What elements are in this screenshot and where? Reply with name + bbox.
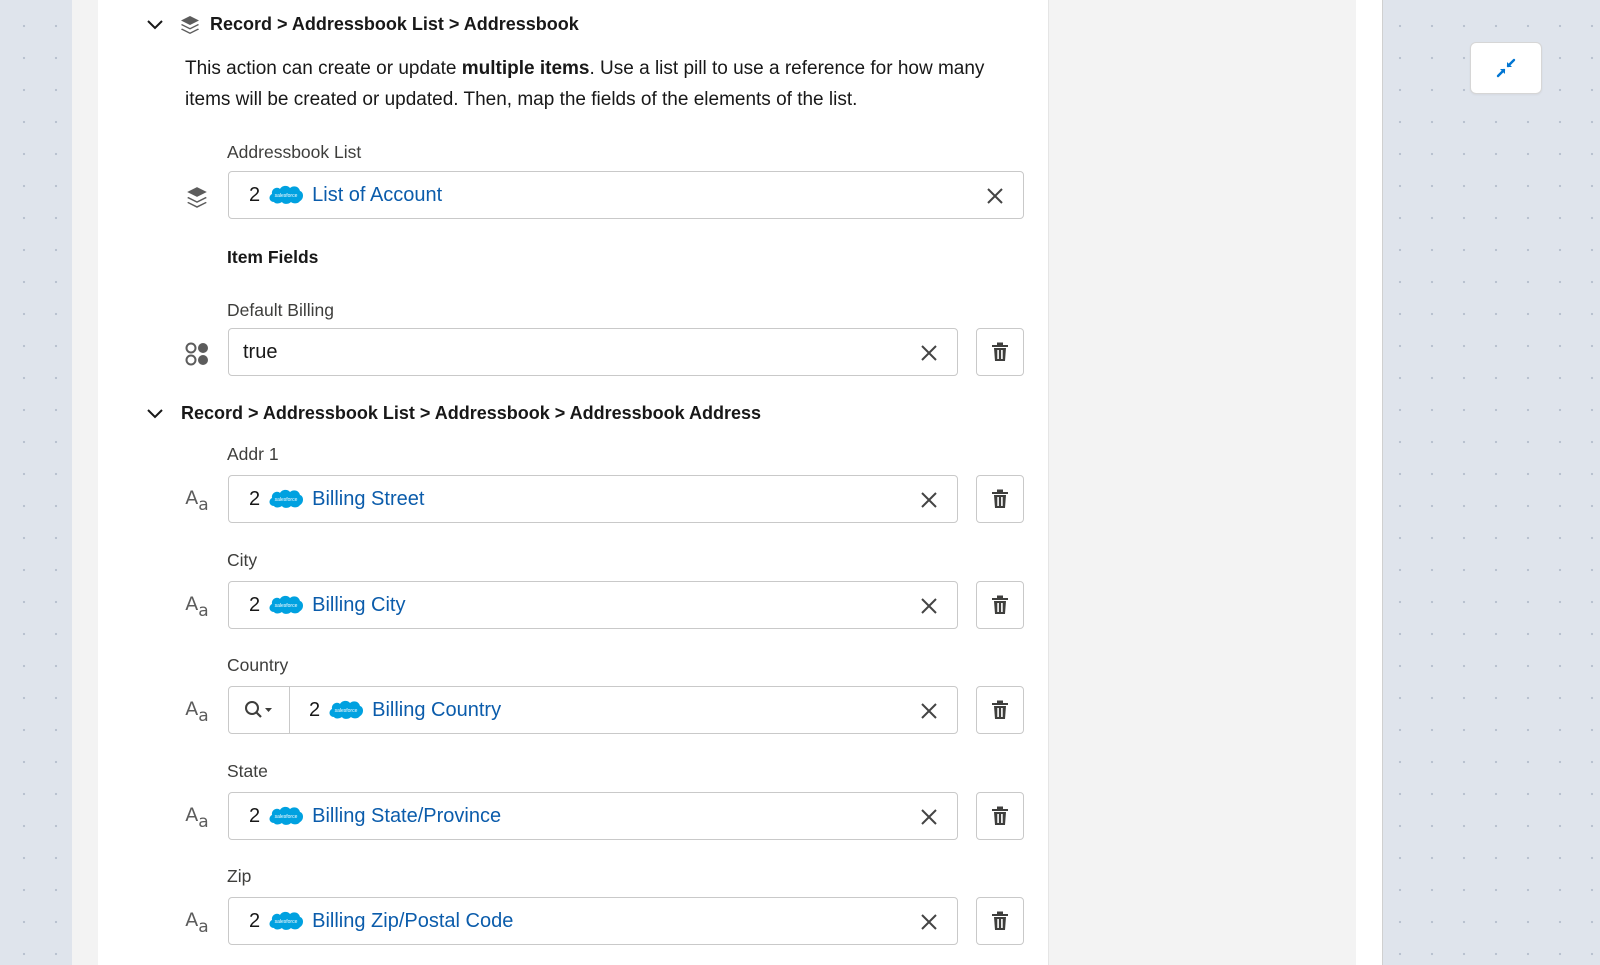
trash-icon xyxy=(992,342,1008,361)
layers-icon xyxy=(184,185,210,211)
clear-icon[interactable] xyxy=(919,912,939,932)
default-billing-input[interactable]: true xyxy=(228,328,958,376)
field-input[interactable]: 2 salesforce Billing Zip/Postal Code xyxy=(228,897,958,945)
trash-icon xyxy=(992,806,1008,825)
clear-icon[interactable] xyxy=(919,596,939,616)
pill-label: List of Account xyxy=(312,183,443,206)
salesforce-cloud-icon: salesforce xyxy=(269,595,304,614)
pill-step-number: 2 xyxy=(249,804,261,827)
section-title: Record > Addressbook List > Addressbook … xyxy=(181,403,761,423)
field-label: Addr 1 xyxy=(227,444,279,464)
mapping-form: Record > Addressbook List > Addressbook … xyxy=(124,0,1049,965)
chevron-down-icon xyxy=(265,708,272,712)
clear-icon[interactable] xyxy=(919,343,939,363)
field-input[interactable]: 2 salesforce Billing Street xyxy=(228,475,958,523)
collapse-panel-button[interactable] xyxy=(1470,42,1542,94)
field-input[interactable]: 2 salesforce Billing City xyxy=(228,581,958,629)
pill-step-number: 2 xyxy=(249,487,261,510)
pill-step-number: 2 xyxy=(249,183,261,206)
pill-label: Billing Country xyxy=(372,698,502,721)
pill-label: Billing Street xyxy=(312,487,425,510)
trash-icon xyxy=(992,911,1008,930)
canvas-edge-left xyxy=(72,0,99,965)
resource-pill[interactable]: 2 salesforce List of Account xyxy=(229,183,442,207)
salesforce-cloud-icon: salesforce xyxy=(269,489,304,508)
item-fields-heading: Item Fields xyxy=(227,247,319,267)
trash-icon xyxy=(992,489,1008,508)
field-input[interactable]: 2 salesforce Billing Country xyxy=(228,686,958,734)
panel-right-edge xyxy=(1356,0,1383,965)
svg-text:salesforce: salesforce xyxy=(335,708,358,714)
text-type-icon: Aa xyxy=(185,804,209,832)
clear-icon[interactable] xyxy=(919,701,939,721)
pill-label: Billing State/Province xyxy=(312,804,502,827)
resource-pill[interactable]: 2 salesforce Billing City xyxy=(229,593,405,617)
collapse-arrows-icon xyxy=(1496,58,1516,78)
section-header-addressbook[interactable]: Record > Addressbook List > Addressbook xyxy=(146,14,579,35)
field-label: Zip xyxy=(227,866,252,886)
layers-icon xyxy=(180,15,200,35)
addressbook-list-input[interactable]: 2 salesforce List of Account xyxy=(228,171,1024,219)
delete-field-button[interactable] xyxy=(976,475,1024,523)
svg-text:salesforce: salesforce xyxy=(275,193,298,199)
salesforce-cloud-icon: salesforce xyxy=(329,700,364,719)
salesforce-cloud-icon: salesforce xyxy=(269,911,304,930)
delete-field-button[interactable] xyxy=(976,686,1024,734)
delete-field-button[interactable] xyxy=(976,581,1024,629)
delete-field-button[interactable] xyxy=(976,897,1024,945)
addressbook-list-label: Addressbook List xyxy=(227,142,362,162)
salesforce-cloud-icon: salesforce xyxy=(269,806,304,825)
clear-icon[interactable] xyxy=(985,186,1005,206)
salesforce-cloud-icon: salesforce xyxy=(269,185,304,204)
pill-step-number: 2 xyxy=(249,593,261,616)
clear-icon[interactable] xyxy=(919,807,939,827)
field-input[interactable]: 2 salesforce Billing State/Province xyxy=(228,792,958,840)
text-type-icon: Aa xyxy=(185,487,209,515)
svg-text:salesforce: salesforce xyxy=(275,603,298,609)
trash-icon xyxy=(992,700,1008,719)
field-label: Country xyxy=(227,655,289,675)
svg-text:salesforce: salesforce xyxy=(275,919,298,925)
resource-pill[interactable]: 2 salesforce Billing Street xyxy=(229,487,424,511)
svg-text:salesforce: salesforce xyxy=(275,814,298,820)
default-billing-label: Default Billing xyxy=(227,300,334,320)
svg-text:salesforce: salesforce xyxy=(275,497,298,503)
clear-icon[interactable] xyxy=(919,490,939,510)
search-icon xyxy=(245,701,272,718)
resource-pill[interactable]: 2 salesforce Billing Zip/Postal Code xyxy=(229,909,513,933)
pill-step-number: 2 xyxy=(249,909,261,932)
section-header-addressbook-address[interactable]: Record > Addressbook List > Addressbook … xyxy=(146,403,761,424)
input-value: true xyxy=(243,340,278,363)
resource-pill[interactable]: 2 salesforce Billing State/Province xyxy=(229,804,501,828)
pill-step-number: 2 xyxy=(309,698,321,721)
resource-search-button[interactable] xyxy=(229,687,290,733)
boolean-icon xyxy=(184,341,210,367)
delete-field-button[interactable] xyxy=(976,328,1024,376)
section-description: This action can create or update multipl… xyxy=(185,53,1005,115)
description-emphasis: multiple items xyxy=(461,58,590,79)
pill-label: Billing Zip/Postal Code xyxy=(312,909,514,932)
chevron-down-icon[interactable] xyxy=(146,16,164,34)
field-label: State xyxy=(227,761,268,781)
section-title: Record > Addressbook List > Addressbook xyxy=(210,14,579,34)
description-text: This action can create or update xyxy=(185,58,462,79)
text-type-icon: Aa xyxy=(185,909,209,937)
pill-label: Billing City xyxy=(312,593,406,616)
chevron-down-icon[interactable] xyxy=(146,405,164,423)
text-type-icon: Aa xyxy=(185,593,209,621)
delete-field-button[interactable] xyxy=(976,792,1024,840)
text-type-icon: Aa xyxy=(185,698,209,726)
field-label: City xyxy=(227,550,258,570)
trash-icon xyxy=(992,595,1008,614)
